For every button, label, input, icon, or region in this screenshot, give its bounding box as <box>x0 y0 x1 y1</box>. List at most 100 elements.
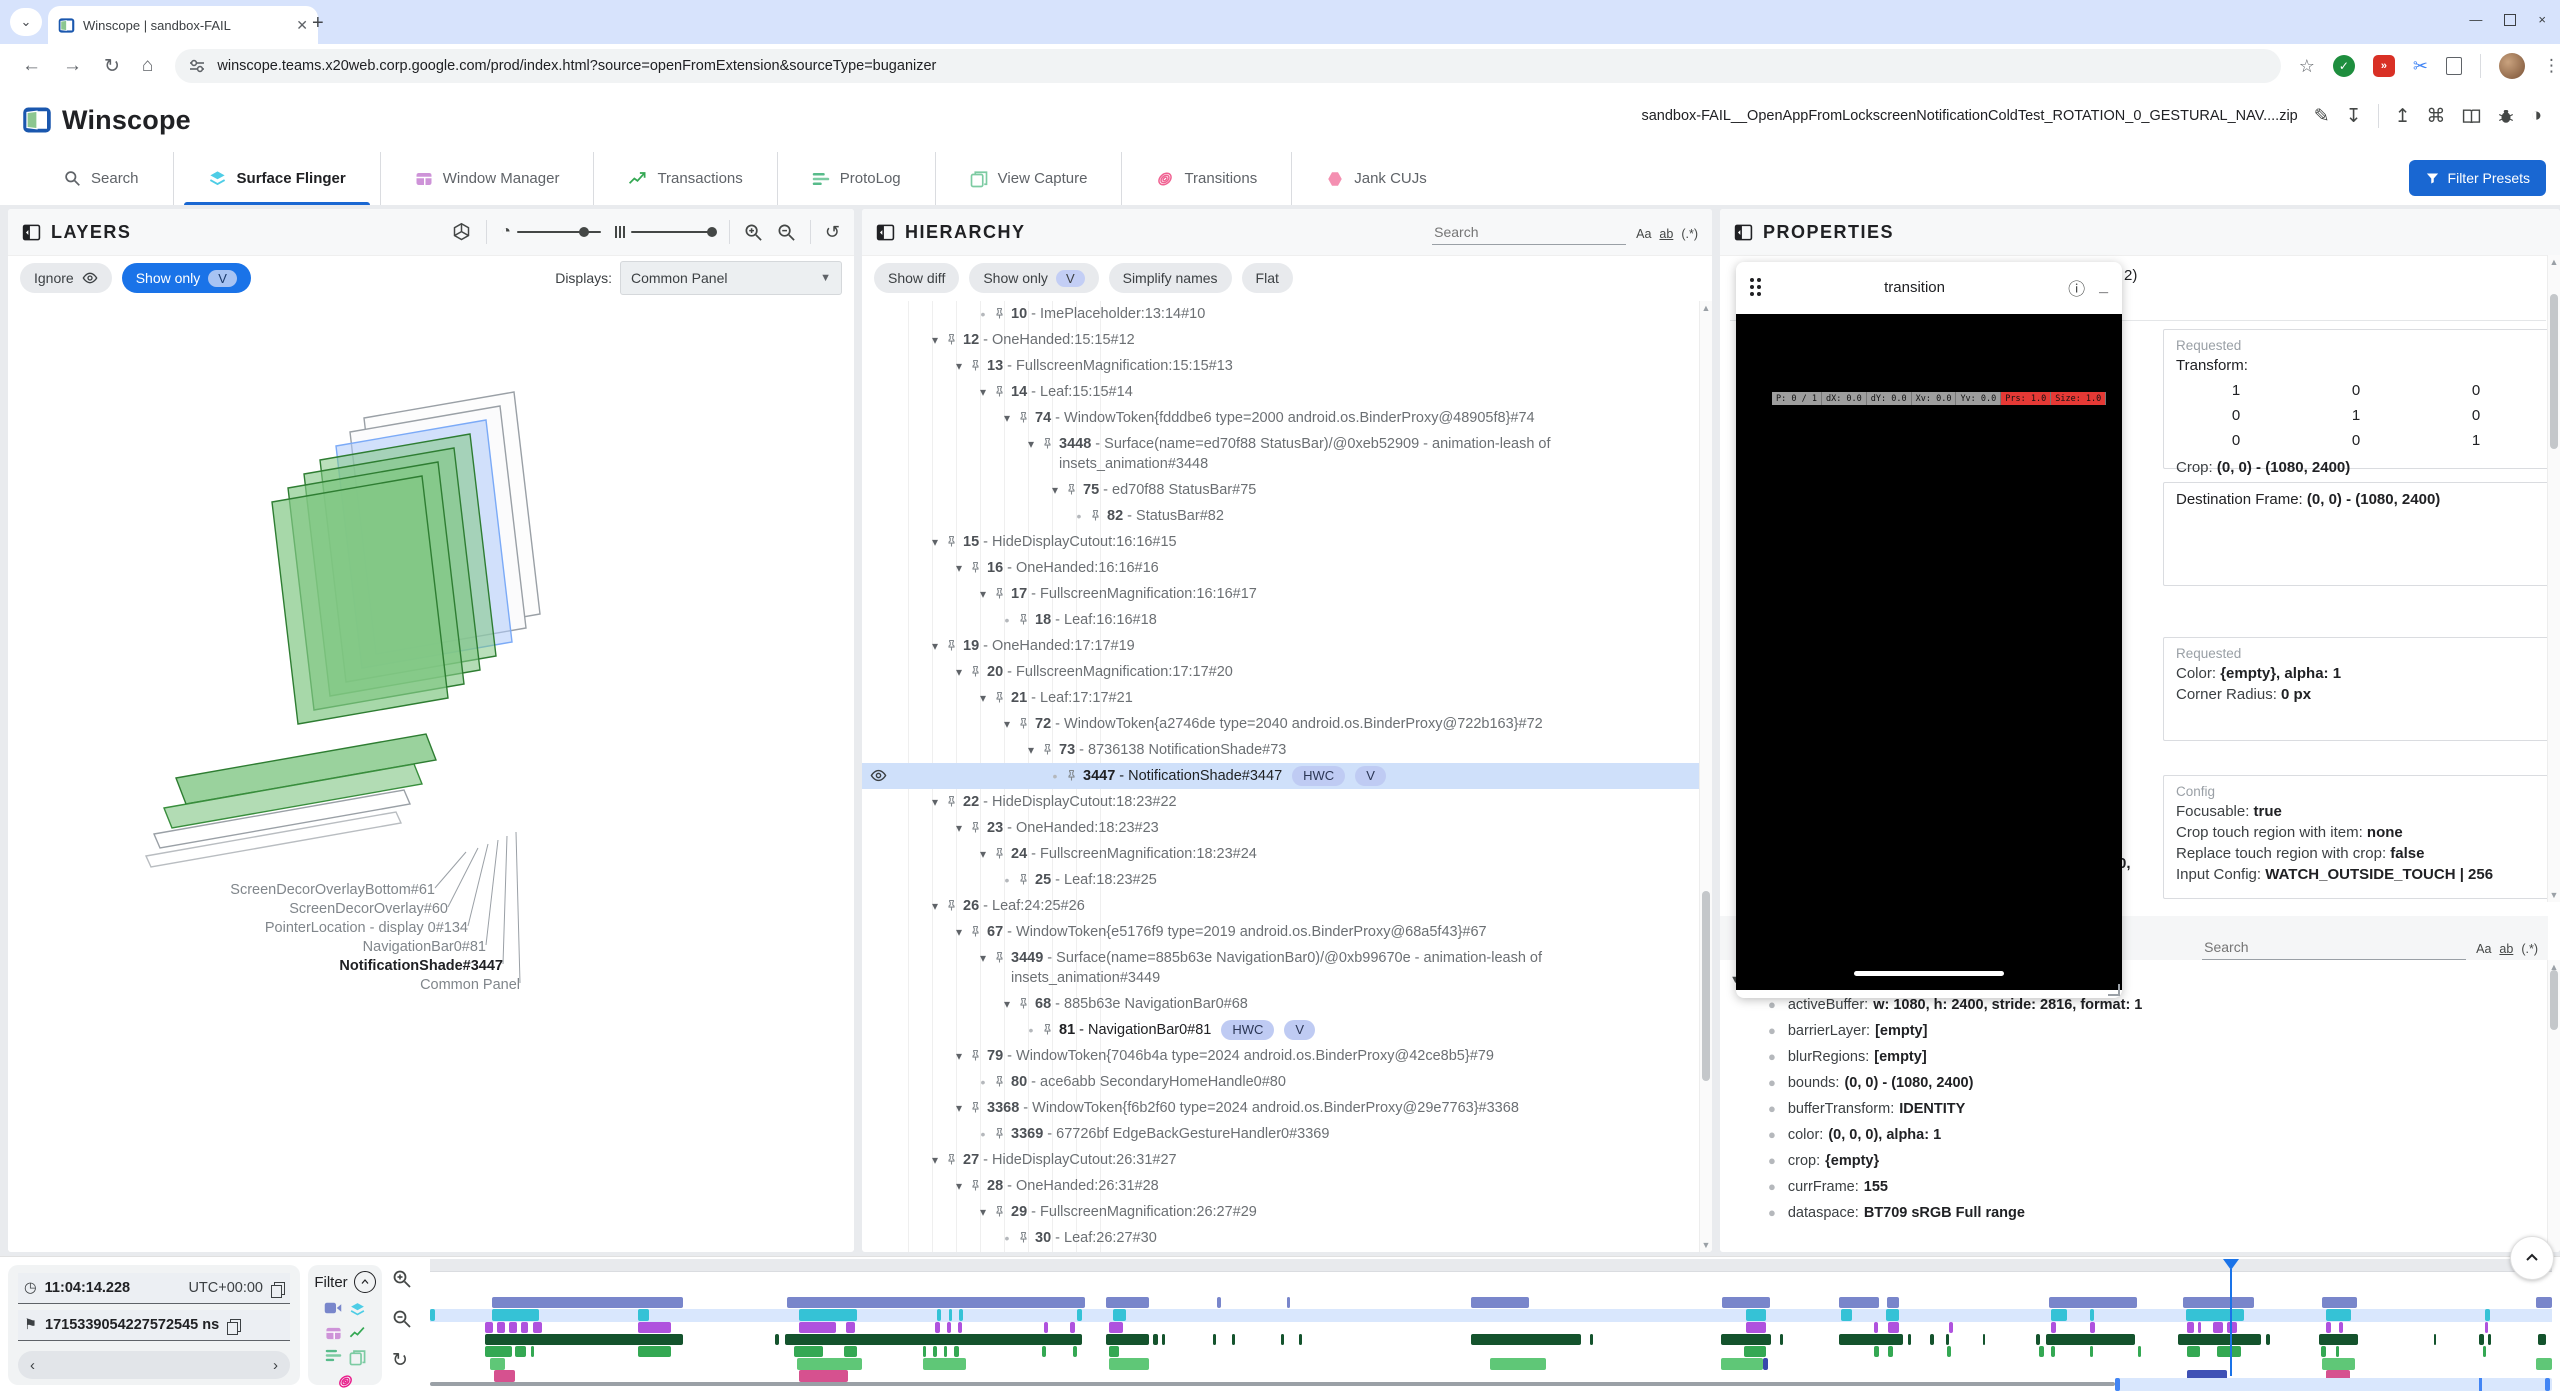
flat-chip[interactable]: Flat <box>1242 263 1293 293</box>
transitions-icon[interactable] <box>337 1373 354 1390</box>
extensions-icon[interactable] <box>2446 57 2462 75</box>
drag-handle-icon[interactable] <box>1750 278 1761 296</box>
hierarchy-node-67[interactable]: ▾67 - WindowToken{e5176f9 type=2019 andr… <box>862 919 1700 945</box>
ime-track-entry[interactable] <box>2051 1346 2055 1357</box>
windowmanager-track-entry[interactable] <box>1044 1322 1048 1333</box>
frame-pager[interactable]: ‹ › <box>18 1351 290 1379</box>
3d-view-icon[interactable] <box>451 222 472 243</box>
match-case-icon[interactable]: Aa <box>2476 942 2491 956</box>
ime-track-entry[interactable] <box>2187 1346 2200 1357</box>
next-frame-icon[interactable]: › <box>273 1357 278 1374</box>
address-bar[interactable]: winscope.teams.x20web.corp.google.com/pr… <box>175 49 2280 83</box>
protolog-track-entry[interactable] <box>2538 1334 2546 1345</box>
expand-arrow-icon[interactable]: ▾ <box>926 896 944 916</box>
hierarchy-node-15[interactable]: ▾15 - HideDisplayCutout:16:16#15 <box>862 529 1700 555</box>
hierarchy-node-19[interactable]: ▾19 - OneHanded:17:17#19 <box>862 633 1700 659</box>
windowmanager-track-entry[interactable] <box>2213 1322 2223 1333</box>
protolog-track-entry[interactable] <box>1153 1334 1158 1345</box>
pin-icon[interactable] <box>1040 740 1059 757</box>
pin-icon[interactable] <box>944 896 963 913</box>
hierarchy-node-12[interactable]: ▾12 - OneHanded:15:15#12 <box>862 327 1700 353</box>
windowmanager-track-entry[interactable] <box>638 1322 671 1333</box>
protolog-track-entry[interactable] <box>1299 1334 1302 1345</box>
protolog-track-entry[interactable] <box>1930 1334 1934 1345</box>
transactions-track-entry[interactable] <box>787 1297 1085 1308</box>
screen-recording-icon[interactable] <box>324 1301 342 1315</box>
pin-icon[interactable] <box>968 922 987 939</box>
viewcapture-track-entry[interactable] <box>1490 1358 1546 1370</box>
windowmanager-track-entry[interactable] <box>1888 1322 1899 1333</box>
surfaceflinger-track-entry[interactable] <box>1113 1309 1126 1321</box>
expand-arrow-icon[interactable]: ▾ <box>998 408 1016 428</box>
pin-icon[interactable] <box>1016 870 1035 887</box>
windowmanager-track-entry[interactable] <box>958 1322 962 1333</box>
transactions-track-entry[interactable] <box>1471 1297 1529 1308</box>
protolog-track-entry[interactable] <box>2488 1334 2491 1345</box>
windowmanager-track-entry[interactable] <box>846 1322 855 1333</box>
pin-icon[interactable] <box>944 330 963 347</box>
extension-icon-red[interactable]: » <box>2373 55 2395 77</box>
minimap-handle[interactable] <box>2115 1378 2120 1391</box>
tab-transitions[interactable]: Transitions <box>1122 152 1292 205</box>
ime-track-entry[interactable] <box>1042 1346 1046 1357</box>
ime-track-entry[interactable] <box>2090 1346 2093 1357</box>
copy-icon[interactable] <box>227 1319 240 1332</box>
windowmanager-track-entry[interactable] <box>2187 1322 2194 1333</box>
expand-arrow-icon[interactable]: ▾ <box>950 1098 968 1118</box>
windowmanager-track-entry[interactable] <box>1746 1322 1766 1333</box>
tab-view-capture[interactable]: View Capture <box>936 152 1123 205</box>
properties-search-input[interactable] <box>2202 935 2466 960</box>
dark-mode-icon[interactable]: ◑ <box>2531 105 2542 127</box>
protolog-track-entry[interactable] <box>2266 1334 2270 1345</box>
protolog-track-entry[interactable] <box>2178 1334 2261 1345</box>
pin-icon[interactable] <box>968 356 987 373</box>
transactions-track-entry[interactable] <box>492 1297 683 1308</box>
hierarchy-scrollbar[interactable]: ▲ ▼ <box>1699 301 1712 1252</box>
expand-arrow-icon[interactable]: ▾ <box>926 636 944 656</box>
pin-icon[interactable] <box>1016 714 1035 731</box>
windowmanager-track-entry[interactable] <box>2485 1322 2488 1333</box>
viewcapture-track-entry[interactable] <box>923 1358 966 1370</box>
filter-presets-button[interactable]: Filter Presets <box>2409 160 2546 196</box>
expand-arrow-icon[interactable]: ▾ <box>950 818 968 838</box>
windowmanager-track-entry[interactable] <box>2326 1322 2331 1333</box>
windowmanager-track-entry[interactable] <box>1070 1322 1075 1333</box>
expand-arrow-icon[interactable]: ▾ <box>950 558 968 578</box>
visibility-eye-icon[interactable] <box>870 767 887 784</box>
surfaceflinger-track-entry[interactable] <box>959 1309 963 1321</box>
windowmanager-track-entry[interactable] <box>521 1322 528 1333</box>
collapse-panel-icon[interactable] <box>1734 223 1753 242</box>
pin-icon[interactable] <box>992 1072 1011 1089</box>
expand-arrow-icon[interactable]: ▾ <box>974 584 992 604</box>
tab-close-icon[interactable]: ✕ <box>296 17 308 34</box>
collapse-timeline-button[interactable] <box>2510 1236 2554 1280</box>
pin-icon[interactable] <box>1040 1020 1059 1037</box>
minimap-track[interactable] <box>430 1382 2115 1386</box>
expand-arrow-icon[interactable]: ▾ <box>1022 740 1040 760</box>
transactions-track-entry[interactable] <box>2183 1297 2254 1308</box>
expand-arrow-icon[interactable]: ▾ <box>950 922 968 942</box>
ime-track-entry[interactable] <box>1073 1346 1077 1357</box>
windowmanager-track-entry[interactable] <box>935 1322 940 1333</box>
properties-scrollbar[interactable]: ▲ ▼ <box>2547 255 2560 902</box>
pin-icon[interactable] <box>992 1202 1011 1219</box>
protolog-track-entry[interactable] <box>1471 1334 1581 1345</box>
window-icon[interactable] <box>325 1325 342 1342</box>
windowmanager-track-entry[interactable] <box>1949 1322 1953 1333</box>
tab-jank-cujs[interactable]: Jank CUJs <box>1292 152 1461 205</box>
info-icon[interactable]: ⓘ <box>2068 275 2085 300</box>
windowmanager-track-entry[interactable] <box>947 1322 951 1333</box>
windowmanager-track-entry[interactable] <box>2198 1322 2201 1333</box>
hierarchy-node-79[interactable]: ▾79 - WindowToken{7046b4a type=2024 andr… <box>862 1043 1700 1069</box>
pin-icon[interactable] <box>1016 1228 1035 1245</box>
surfaceflinger-track-entry[interactable] <box>1886 1309 1899 1321</box>
pin-icon[interactable] <box>1040 434 1059 451</box>
view-capture-icon[interactable] <box>349 1349 366 1366</box>
protolog-track-entry[interactable] <box>1213 1334 1216 1345</box>
windowmanager-track-entry[interactable] <box>2227 1322 2237 1333</box>
minimap-selection[interactable] <box>2115 1378 2552 1391</box>
windowmanager-track-entry[interactable] <box>2090 1322 2095 1333</box>
tab-window-manager[interactable]: Window Manager <box>381 152 595 205</box>
expand-arrow-icon[interactable]: ▾ <box>998 714 1016 734</box>
extension-icon-green[interactable]: ✓ <box>2333 55 2355 77</box>
